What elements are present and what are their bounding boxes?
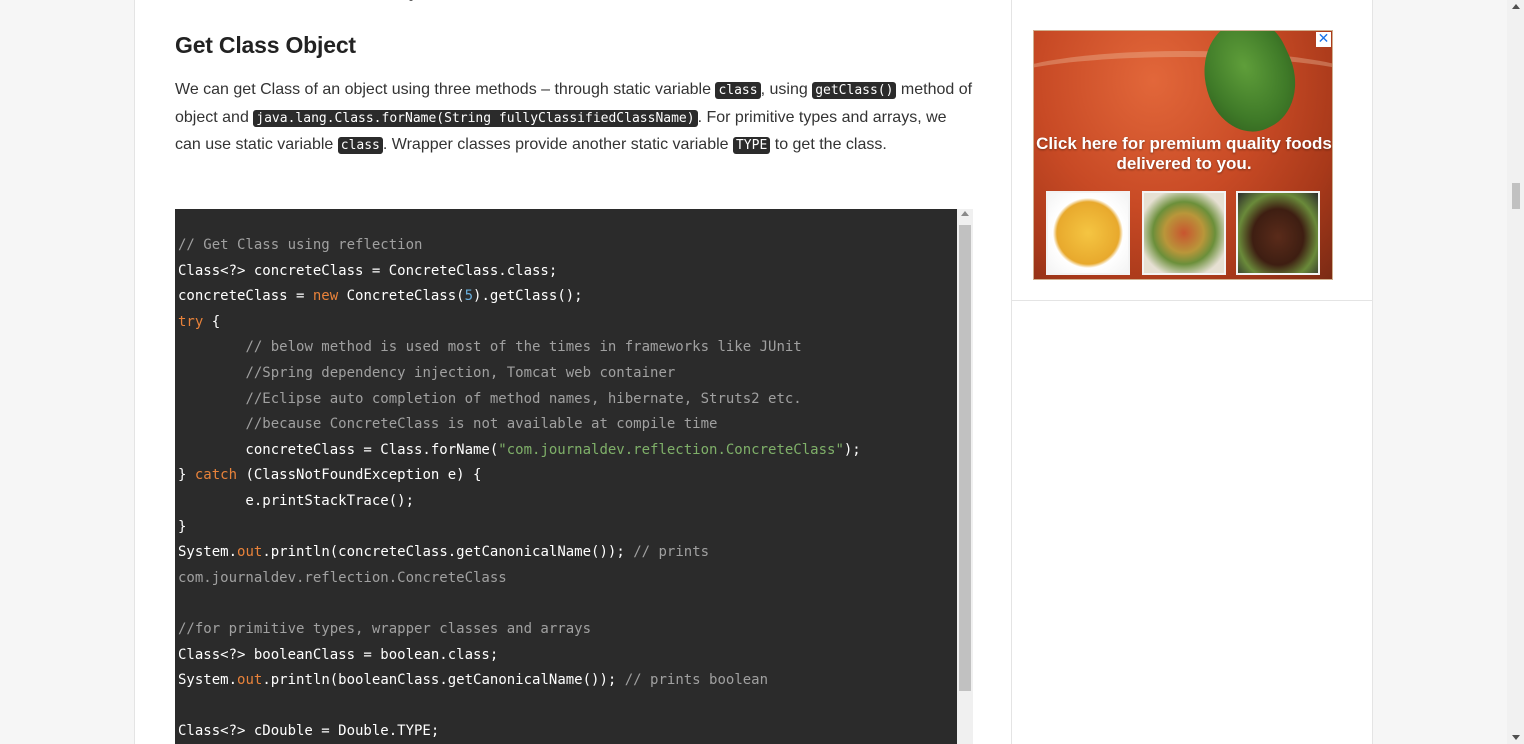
code-token: Class<?> booleanClass = boolean.class;	[178, 646, 499, 663]
code-line: // below method is used most of the time…	[178, 335, 861, 361]
intro-text: . Wrapper classes provide another static…	[382, 136, 733, 153]
code-line: com.journaldev.reflection.ConcreteClass	[178, 566, 861, 592]
code-line: concreteClass = new ConcreteClass(5).get…	[178, 284, 861, 310]
code-line: // Get Class using reflection	[178, 233, 861, 259]
code-token: // Get Class using reflection	[178, 237, 423, 253]
code-token: out	[237, 544, 263, 561]
sidebar-divider	[1012, 300, 1373, 301]
code-token: .println(booleanClass.getCanonicalName()…	[262, 672, 625, 689]
code-line: //for primitive types, wrapper classes a…	[178, 617, 861, 643]
code-token: e.printStackTrace();	[178, 492, 415, 509]
previous-text-fragment	[175, 0, 475, 2]
code-token: //Eclipse auto completion of method name…	[245, 390, 802, 407]
code-token: System.	[178, 544, 238, 561]
inline-code: class	[715, 82, 761, 99]
code-token: concreteClass =	[178, 288, 313, 305]
code-line: Class<?> booleanClass = boolean.class;	[178, 643, 861, 669]
code-block[interactable]: // Get Class using reflection Class<?> co…	[175, 209, 973, 744]
intro-text: We can get Class of an object using thre…	[175, 81, 716, 98]
intro-paragraph: We can get Class of an object using thre…	[175, 77, 975, 160]
code-line: Class<?> cDouble = Double.TYPE;	[178, 719, 861, 744]
code-token: System.	[178, 672, 238, 689]
code-lines: // Get Class using reflection Class<?> co…	[178, 233, 861, 744]
ad-food-images	[1046, 191, 1322, 275]
ad-headline: Click here for premium quality foods del…	[1036, 134, 1332, 173]
page-scrollbar-thumb[interactable]	[1512, 183, 1520, 209]
code-token: new	[312, 288, 339, 305]
inline-code: java.lang.Class.forName(String fullyClas…	[253, 109, 698, 127]
code-line: System.out.println(concreteClass.getCano…	[178, 540, 861, 566]
code-line: }	[178, 515, 861, 541]
code-line: e.printStackTrace();	[178, 489, 861, 515]
code-token: 5	[464, 288, 474, 305]
page-scrollbar[interactable]	[1507, 0, 1524, 744]
code-token: .println(concreteClass.getCanonicalName(…	[262, 544, 634, 561]
code-line: Class<?> concreteClass = ConcreteClass.c…	[178, 259, 861, 285]
code-token: // below method is used most of the time…	[245, 339, 802, 356]
code-token: }	[178, 518, 187, 535]
scroll-down-arrow-icon[interactable]	[1512, 735, 1520, 740]
code-line: System.out.println(booleanClass.getCanon…	[178, 668, 861, 694]
code-token: {	[203, 313, 221, 330]
code-scrollbar-thumb[interactable]	[959, 225, 971, 691]
code-token: // prints boolean	[624, 672, 769, 689]
code-token: //because ConcreteClass is not available…	[245, 416, 718, 433]
mac-and-cheese-image	[1046, 191, 1130, 275]
code-line: concreteClass = Class.forName("com.journ…	[178, 438, 861, 464]
code-token: "com.journaldev.reflection.ConcreteClass…	[498, 441, 844, 458]
section-heading: Get Class Object	[175, 32, 356, 58]
code-token: );	[843, 441, 861, 458]
inline-code: getClass()	[812, 82, 897, 99]
intro-text: to get the class.	[770, 136, 887, 153]
code-line: //Eclipse auto completion of method name…	[178, 387, 861, 413]
code-token: // prints	[633, 544, 710, 561]
code-token: Class<?> cDouble = Double.TYPE;	[178, 723, 440, 740]
page: Get Class Object We can get Class of an …	[0, 0, 1524, 744]
code-token: catch	[194, 467, 238, 484]
code-line: //Spring dependency injection, Tomcat we…	[178, 361, 861, 387]
code-token: (ClassNotFoundException e) {	[237, 467, 482, 484]
sidebar: Click here for premium quality foods del…	[1012, 0, 1373, 744]
code-token: try	[178, 313, 204, 330]
beef-dish-image	[1236, 191, 1320, 275]
code-scrollbar[interactable]	[957, 209, 973, 744]
scroll-up-arrow-icon[interactable]	[1512, 4, 1520, 9]
code-token: Class<?> concreteClass = ConcreteClass.c…	[178, 262, 558, 279]
code-token: //for primitive types, wrapper classes a…	[178, 620, 592, 637]
code-token: //Spring dependency injection, Tomcat we…	[245, 364, 676, 381]
code-line: //because ConcreteClass is not available…	[178, 412, 861, 438]
intro-text: , using	[760, 81, 813, 98]
inline-code: TYPE	[732, 137, 771, 154]
code-token: ).getClass();	[473, 288, 583, 305]
inline-code: class	[337, 137, 383, 154]
code-token: out	[237, 672, 263, 689]
code-line: } catch (ClassNotFoundException e) {	[178, 463, 861, 489]
code-token: concreteClass = Class.forName(	[178, 441, 499, 458]
advertisement[interactable]: Click here for premium quality foods del…	[1033, 30, 1333, 280]
code-line: try {	[178, 310, 861, 336]
article-column: Get Class Object We can get Class of an …	[134, 0, 1012, 744]
code-token: }	[178, 467, 195, 484]
scroll-up-arrow-icon[interactable]	[961, 211, 969, 216]
code-token: com.journaldev.reflection.ConcreteClass	[178, 569, 507, 586]
code-token: ConcreteClass(	[338, 288, 465, 305]
stir-fry-image	[1142, 191, 1226, 275]
ad-close-icon[interactable]: ✕	[1316, 32, 1331, 47]
